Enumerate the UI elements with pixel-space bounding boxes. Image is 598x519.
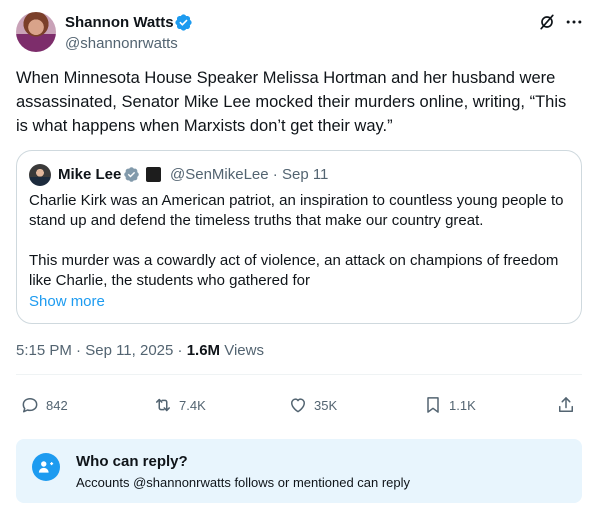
reply-icon — [22, 398, 38, 413]
author-name[interactable]: Shannon Watts — [65, 14, 174, 32]
bookmark-count: 1.1K — [449, 397, 476, 413]
reply-restriction-notice: Who can reply? Accounts @shannonrwatts f… — [16, 439, 582, 503]
tweet-header: Shannon Watts @shannonrwatts — [16, 8, 582, 56]
views-count: 1.6M — [186, 342, 221, 359]
action-bar: 842 7.4K 35K 1.1K — [16, 387, 582, 423]
like-button[interactable]: 35K — [288, 387, 337, 423]
grok-icon[interactable] — [537, 12, 557, 32]
quote-author-name[interactable]: Mike Lee — [58, 166, 121, 184]
meta-separator: · — [177, 342, 183, 359]
quoted-tweet[interactable]: Mike Lee @SenMikeLee · Sep 11 Charlie Ki… — [16, 150, 582, 324]
views-label: Views — [224, 342, 264, 359]
divider — [16, 374, 582, 375]
share-icon — [559, 397, 573, 412]
reply-restriction-subtitle: Accounts @shannonrwatts follows or menti… — [76, 475, 411, 490]
verified-badge-icon — [175, 14, 192, 31]
mention-icon — [32, 453, 60, 481]
meta-separator: · — [76, 342, 82, 359]
avatar[interactable] — [16, 12, 56, 52]
share-button[interactable] — [556, 387, 576, 423]
bookmark-button[interactable]: 1.1K — [423, 387, 476, 423]
quote-body: Charlie Kirk was an American patriot, an… — [29, 191, 569, 291]
tweet-meta: 5:15 PM · Sep 11, 2025 · 1.6M Views — [16, 341, 264, 361]
affiliation-badge-icon — [146, 167, 161, 182]
quote-avatar[interactable] — [29, 164, 51, 186]
quote-paragraph: This murder was a cowardly act of violen… — [29, 252, 559, 289]
quote-date[interactable]: Sep 11 — [282, 166, 328, 183]
repost-icon — [156, 398, 170, 412]
like-icon — [291, 398, 305, 413]
verified-badge-icon — [124, 167, 139, 182]
reply-count: 842 — [46, 397, 68, 413]
tweet-text: When Minnesota House Speaker Melissa Hor… — [16, 69, 567, 135]
quote-author-handle[interactable]: @SenMikeLee — [170, 166, 269, 183]
reply-button[interactable]: 842 — [20, 387, 68, 423]
repost-count: 7.4K — [179, 397, 206, 413]
show-more-link[interactable]: Show more — [29, 292, 105, 312]
author-handle[interactable]: @shannonrwatts — [65, 35, 178, 53]
reply-restriction-title: Who can reply? — [76, 453, 188, 470]
quote-paragraph: Charlie Kirk was an American patriot, an… — [29, 192, 564, 229]
like-count: 35K — [314, 397, 338, 413]
quote-separator: · — [272, 166, 278, 183]
tweet-date[interactable]: Sep 11, 2025 — [85, 342, 173, 359]
repost-button[interactable]: 7.4K — [153, 387, 206, 423]
quote-handle-date: @SenMikeLee · Sep 11 — [170, 166, 328, 184]
more-icon[interactable] — [564, 12, 584, 32]
tweet-time[interactable]: 5:15 PM — [16, 342, 72, 359]
bookmark-icon — [427, 397, 439, 413]
